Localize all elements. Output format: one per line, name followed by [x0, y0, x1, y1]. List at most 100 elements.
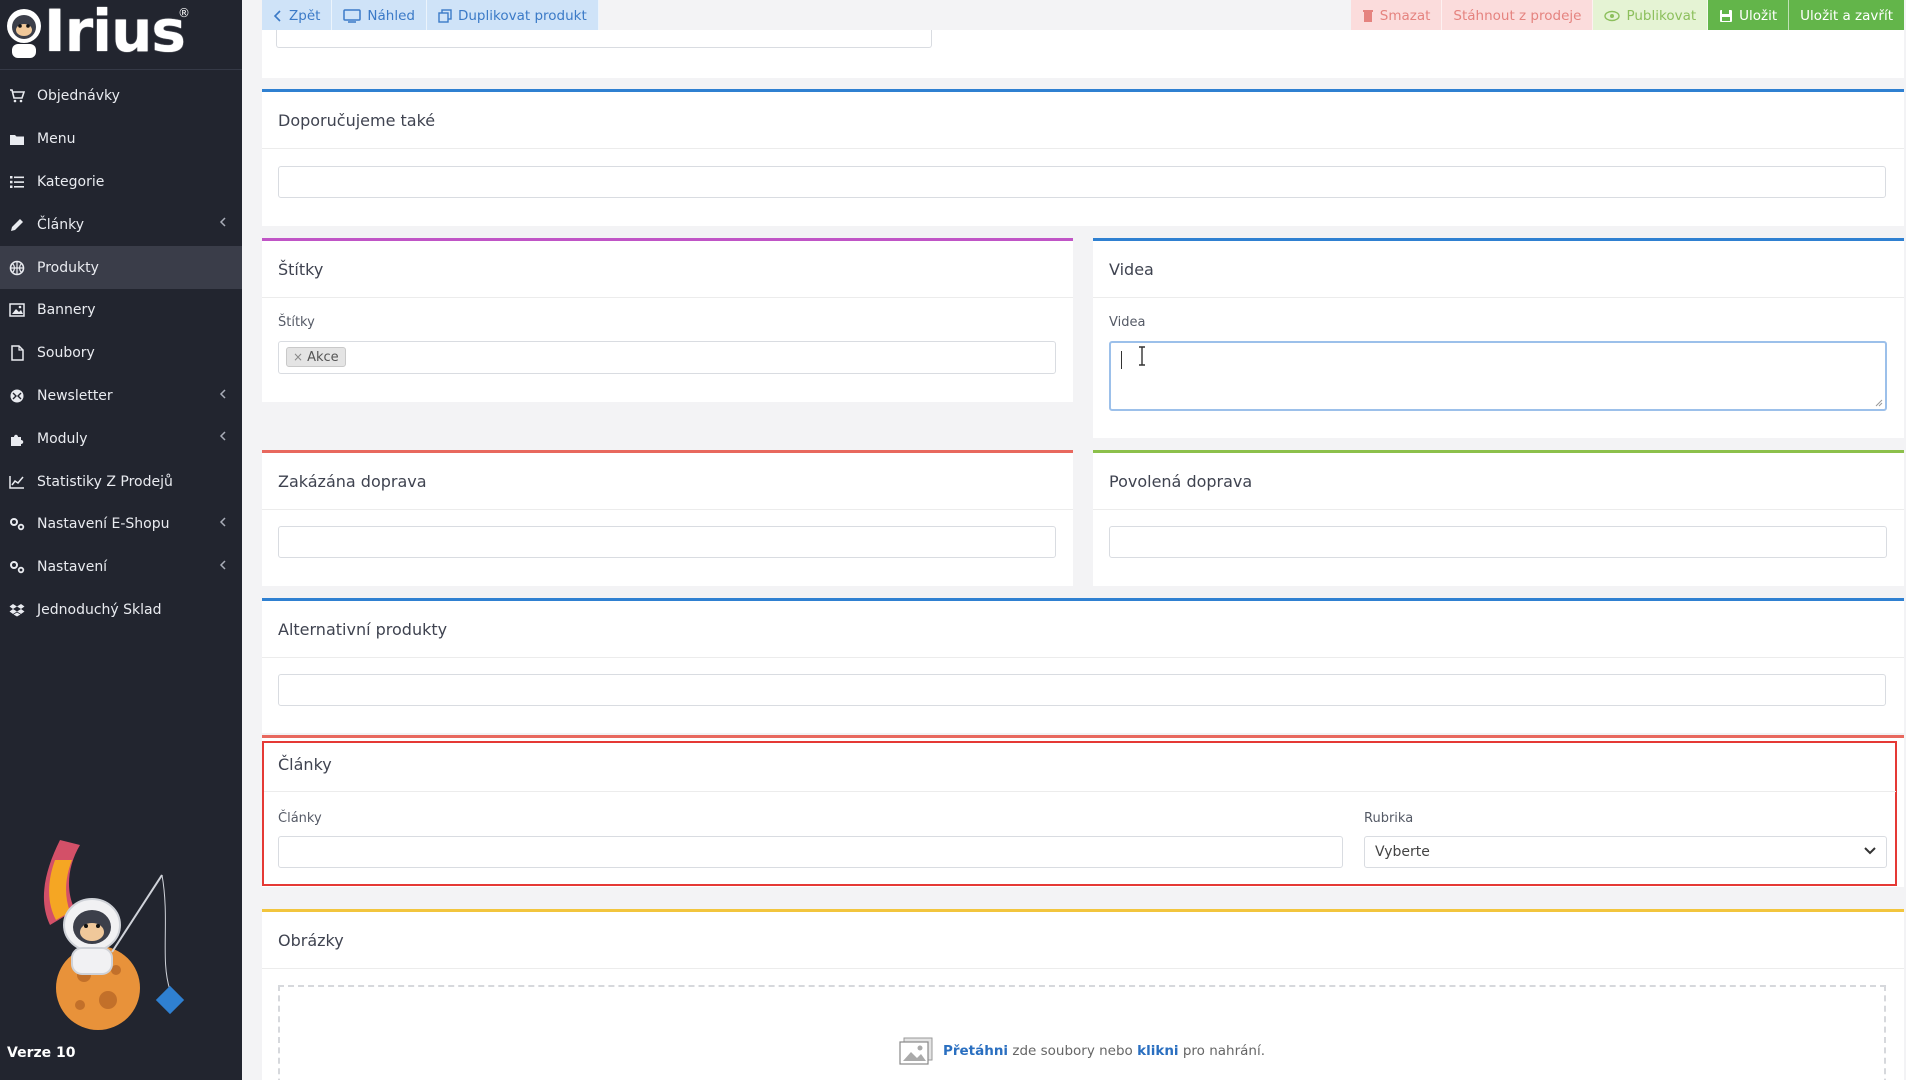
sidebar-item[interactable]: Nastavení — [0, 546, 242, 589]
dropbox-icon — [8, 601, 26, 619]
sidebar-item-label: Články — [37, 216, 85, 233]
click-upload-link[interactable]: klikni — [1137, 1043, 1178, 1059]
sidebar-item-label: Objednávky — [37, 88, 120, 105]
list-icon — [8, 173, 26, 191]
videos-panel: Videa Videa — [1093, 238, 1904, 438]
logo-text: Irius — [44, 0, 186, 65]
allowed-shipping-input[interactable] — [1109, 526, 1887, 558]
folder-icon — [8, 130, 26, 148]
cogs-icon — [8, 515, 26, 533]
drop-text-mid: zde soubory nebo — [1008, 1043, 1138, 1059]
chevron-left-icon — [219, 215, 226, 231]
videos-title: Videa — [1109, 260, 1154, 279]
sidebar-item-label: Nastavení E-Shopu — [37, 516, 170, 533]
sidebar-item[interactable]: Kategorie — [0, 161, 242, 204]
tag-chip[interactable]: × Akce — [286, 347, 346, 367]
forbidden-shipping-panel: Zakázána doprava — [262, 450, 1073, 586]
sidebar-item[interactable]: Statistiky Z Prodejů — [0, 460, 242, 503]
articles-panel: Články Články Rubrika Vyberte — [262, 735, 1904, 887]
tags-input[interactable]: × Akce — [278, 341, 1056, 374]
panel-divider — [1093, 297, 1904, 298]
sidebar-item[interactable]: Newsletter — [0, 375, 242, 418]
videos-textarea[interactable] — [1109, 341, 1887, 411]
sidebar-item-label: Statistiky Z Prodejů — [37, 473, 173, 490]
recommended-products-input[interactable] — [278, 166, 1886, 198]
sidebar-nav: Objednávky Menu Kategorie Články Produkty Ban… — [0, 75, 242, 631]
preview-button[interactable]: Náhled — [332, 0, 427, 31]
images-title: Obrázky — [278, 931, 344, 950]
publish-label: Publikovat — [1626, 7, 1697, 24]
withdraw-from-sale-button[interactable]: Stáhnout z prodeje — [1442, 0, 1594, 31]
logo[interactable]: Irius ® — [0, 0, 242, 70]
trash-icon — [1362, 9, 1374, 23]
alternative-products-input[interactable] — [278, 674, 1886, 706]
chevron-left-icon — [219, 515, 226, 531]
save-and-close-label: Uložit a zavřít — [1800, 7, 1893, 24]
chevron-left-icon — [273, 9, 283, 22]
sidebar-item-label: Menu — [37, 131, 76, 148]
duplicate-product-button[interactable]: Duplikovat produkt — [426, 0, 599, 31]
delete-label: Smazat — [1379, 7, 1431, 24]
image-icon — [8, 301, 26, 319]
main-content: Zpět Náhled Duplikovat produkt Smazat St… — [242, 0, 1906, 1080]
sidebar-item[interactable]: Menu — [0, 118, 242, 161]
alternative-products-panel: Alternativní produkty — [262, 598, 1904, 733]
sidebar-item[interactable]: Nastavení E-Shopu — [0, 503, 242, 546]
sidebar-item-label: Jednoduchý Sklad — [37, 601, 162, 618]
save-and-close-button[interactable]: Uložit a zavřít — [1789, 0, 1904, 31]
toolbar-left: Zpět Náhled Duplikovat produkt — [262, 0, 599, 31]
tag-chip-label: Akce — [307, 349, 339, 365]
monitor-icon — [343, 8, 362, 23]
panel-divider — [262, 297, 1073, 298]
text-caret — [1121, 351, 1122, 369]
pencil-icon — [8, 216, 26, 234]
chevron-left-icon — [219, 387, 226, 403]
category-select-value: Vyberte — [1375, 844, 1430, 860]
astronaut-mascot-icon — [43, 840, 185, 1030]
alternative-products-title: Alternativní produkty — [278, 620, 448, 639]
panel-divider — [1093, 509, 1904, 510]
puzzle-icon — [8, 430, 26, 448]
previous-field[interactable] — [276, 30, 932, 48]
copy-icon — [438, 8, 452, 23]
cogs-icon — [8, 558, 26, 576]
text-cursor-icon — [1139, 346, 1145, 366]
sidebar-item[interactable]: Jednoduchý Sklad — [0, 589, 242, 632]
sidebar-item[interactable]: Bannery — [0, 289, 242, 332]
sidebar-item-label: Kategorie — [37, 173, 105, 190]
delete-button[interactable]: Smazat — [1350, 0, 1443, 31]
duplicate-product-label: Duplikovat produkt — [457, 7, 587, 24]
category-select[interactable]: Vyberte — [1364, 836, 1887, 868]
resize-handle-icon[interactable] — [1875, 399, 1883, 407]
back-button[interactable]: Zpět — [262, 0, 333, 31]
drop-link[interactable]: Přetáhni — [943, 1043, 1008, 1059]
image-dropzone[interactable]: Přetáhni zde soubory nebo klikni pro nah… — [278, 985, 1886, 1080]
save-label: Uložit — [1739, 7, 1778, 24]
articles-input[interactable] — [278, 836, 1343, 868]
publish-button[interactable]: Publikovat — [1593, 0, 1709, 31]
remove-tag-icon[interactable]: × — [293, 350, 303, 364]
panel-divider — [264, 791, 1896, 792]
tags-title: Štítky — [278, 260, 324, 279]
sidebar-item[interactable]: Články — [0, 203, 242, 246]
forbidden-shipping-input[interactable] — [278, 526, 1056, 558]
sidebar-item-label: Moduly — [37, 430, 88, 447]
save-button[interactable]: Uložit — [1708, 0, 1790, 31]
mascot-logo-icon — [7, 9, 41, 58]
eye-icon — [1604, 10, 1621, 22]
articles-title: Články — [278, 755, 332, 774]
sidebar-item[interactable]: Soubory — [0, 332, 242, 375]
sidebar-item-label: Soubory — [37, 345, 95, 362]
sidebar-item[interactable]: Produkty — [0, 246, 242, 289]
sidebar-item[interactable]: Moduly — [0, 417, 242, 460]
sidebar-item-label: Newsletter — [37, 387, 113, 404]
videos-label: Videa — [1109, 315, 1146, 330]
basketball-icon — [8, 259, 26, 277]
toolbar-right: Smazat Stáhnout z prodeje Publikovat Ulo… — [1350, 0, 1904, 31]
chart-icon — [8, 473, 26, 491]
sidebar-item[interactable]: Objednávky — [0, 75, 242, 118]
image-icon — [899, 1037, 933, 1065]
preview-label: Náhled — [367, 7, 415, 24]
chevron-left-icon — [219, 429, 226, 445]
previous-panel-remnant — [262, 30, 1904, 78]
